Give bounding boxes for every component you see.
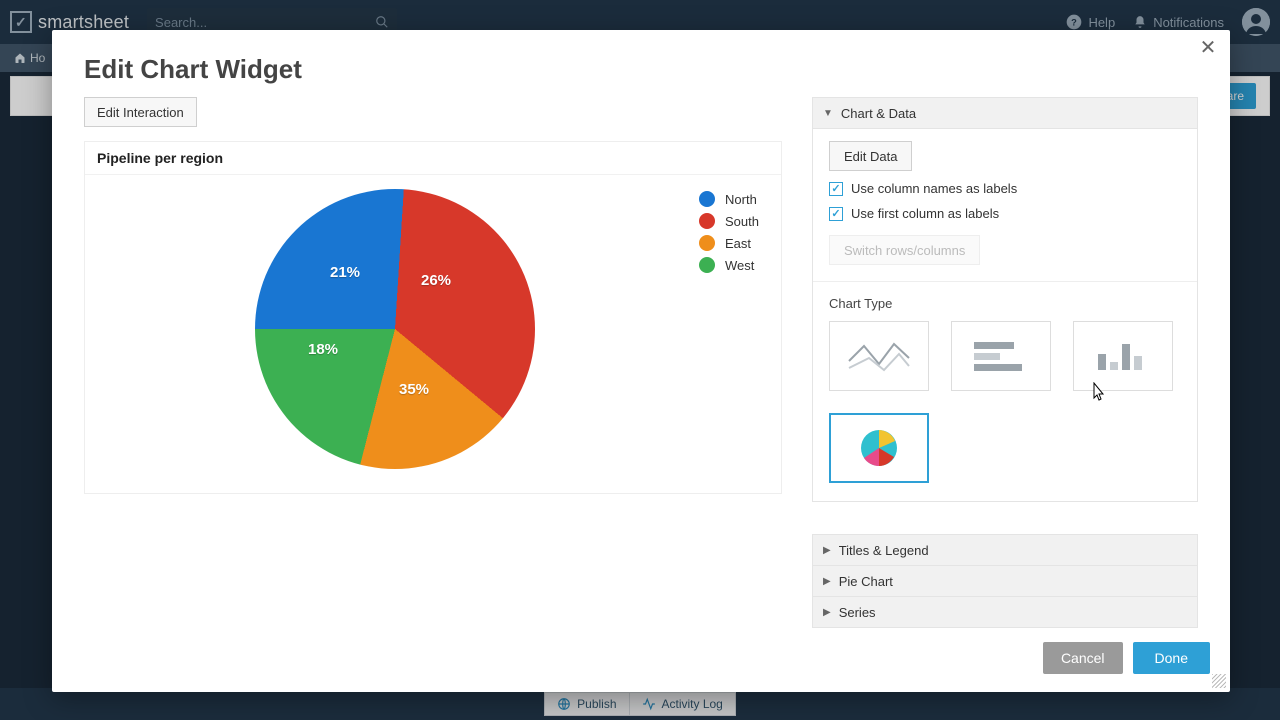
chart-area: 26% 35% 18% 21% North South East West (85, 175, 781, 493)
chart-title: Pipeline per region (85, 142, 781, 175)
swatch-icon (699, 213, 715, 229)
close-icon[interactable]: ✕ (1196, 36, 1220, 60)
slice-label-north: 26% (421, 272, 451, 289)
legend-item-east: East (699, 235, 759, 251)
modal-footer: Cancel Done (52, 628, 1230, 692)
chevron-right-icon: ▶ (823, 545, 831, 556)
legend-item-south: South (699, 213, 759, 229)
section-series[interactable]: ▶Series (812, 597, 1198, 628)
edit-data-button[interactable]: Edit Data (829, 141, 912, 171)
chart-type-pie[interactable] (829, 413, 929, 483)
checkbox-use-column-names[interactable]: ✓ Use column names as labels (829, 181, 1181, 196)
pie-chart: 26% 35% 18% 21% (255, 189, 535, 469)
slice-label-east: 18% (308, 341, 338, 358)
slice-label-south: 35% (399, 381, 429, 398)
swatch-icon (699, 235, 715, 251)
pie-slices (255, 189, 535, 469)
modal-title: Edit Chart Widget (52, 30, 1230, 97)
chart-type-line[interactable] (829, 321, 929, 391)
bar-vertical-icon (1088, 336, 1158, 376)
checkbox-icon: ✓ (829, 207, 843, 221)
chart-type-bar-vertical[interactable] (1073, 321, 1173, 391)
legend-item-north: North (699, 191, 759, 207)
edit-interaction-button[interactable]: Edit Interaction (84, 97, 197, 127)
chart-type-bar-horizontal[interactable] (951, 321, 1051, 391)
slice-label-west: 21% (330, 264, 360, 281)
legend-item-west: West (699, 257, 759, 273)
section-pie-chart[interactable]: ▶Pie Chart (812, 566, 1198, 597)
checkbox-use-first-column[interactable]: ✓ Use first column as labels (829, 206, 1181, 221)
chart-preview: Pipeline per region 26% 35% 18% 21% Nort… (84, 141, 782, 494)
chart-type-label: Chart Type (829, 296, 1181, 311)
section-header-chart-and-data[interactable]: ▼ Chart & Data (813, 98, 1197, 128)
cancel-button[interactable]: Cancel (1043, 642, 1123, 674)
checkbox-icon: ✓ (829, 182, 843, 196)
chevron-down-icon: ▼ (823, 108, 833, 119)
section-titles-and-legend[interactable]: ▶Titles & Legend (812, 534, 1198, 566)
swatch-icon (699, 191, 715, 207)
chevron-right-icon: ▶ (823, 576, 831, 587)
done-button[interactable]: Done (1133, 642, 1210, 674)
edit-chart-widget-modal: ✕ Edit Chart Widget Edit Interaction Pip… (52, 30, 1230, 692)
pie-chart-icon (857, 426, 901, 470)
line-chart-icon (844, 336, 914, 376)
bar-horizontal-icon (966, 336, 1036, 376)
switch-rows-columns-button: Switch rows/columns (829, 235, 980, 265)
resize-grip[interactable] (1212, 674, 1226, 688)
chart-legend: North South East West (699, 191, 759, 273)
chart-type-grid (829, 321, 1181, 483)
swatch-icon (699, 257, 715, 273)
chevron-right-icon: ▶ (823, 607, 831, 618)
section-chart-and-data: ▼ Chart & Data Edit Data ✓ Use column na… (812, 97, 1198, 502)
